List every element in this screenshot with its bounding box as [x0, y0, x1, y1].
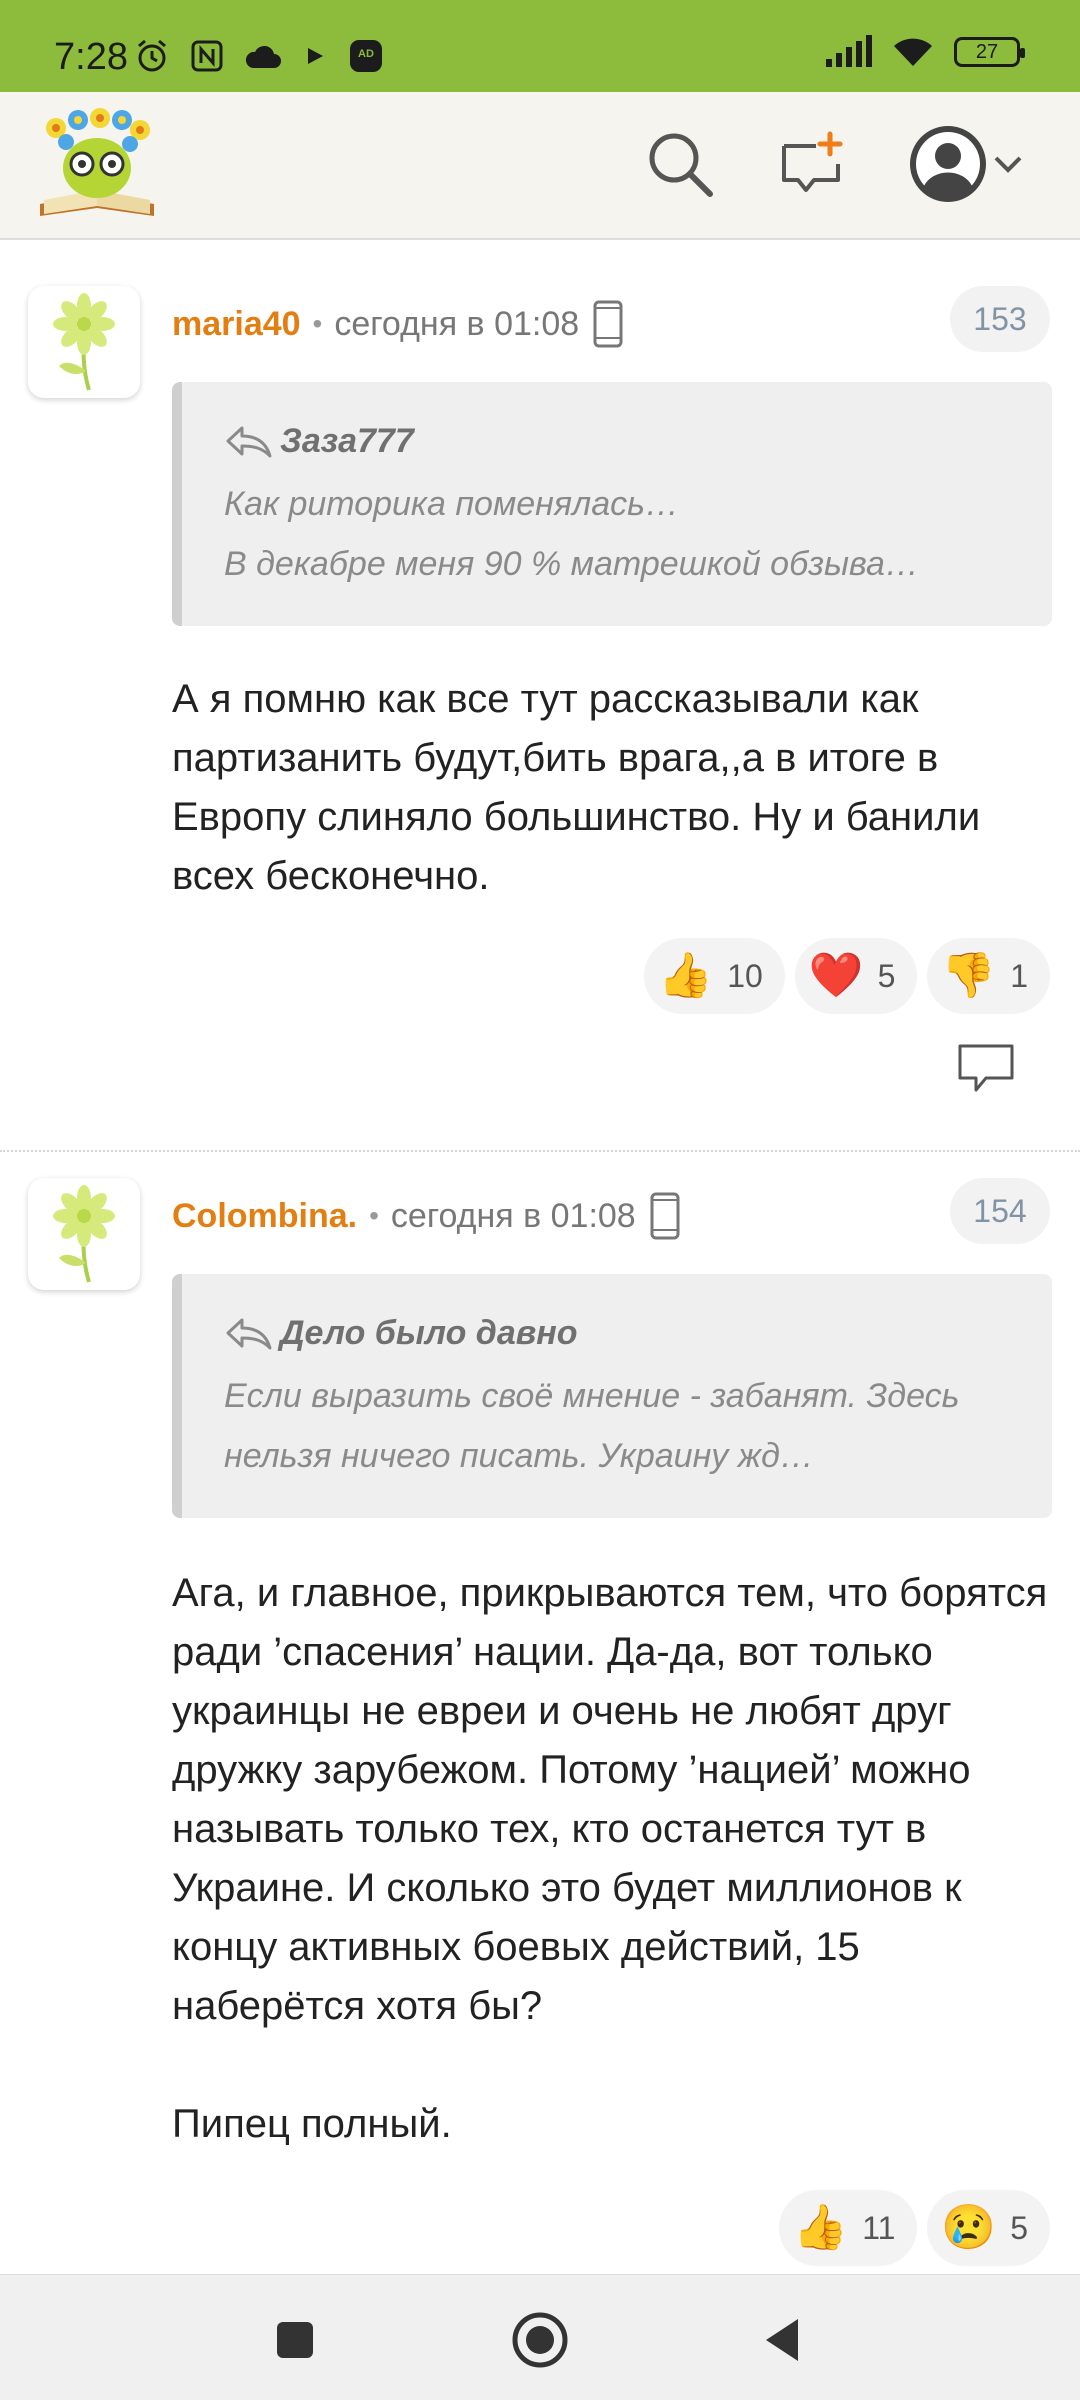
wifi-icon	[894, 38, 932, 66]
username[interactable]: maria40	[172, 305, 301, 344]
reaction-like[interactable]: 👍 11	[779, 2190, 918, 2266]
reactions-bar: 👍 11 😢 5	[779, 2190, 1050, 2266]
cloud-icon	[245, 45, 281, 68]
reaction-sad[interactable]: 😢 5	[927, 2190, 1050, 2266]
svg-text:AD: AD	[358, 48, 374, 60]
battery-icon: 27	[954, 37, 1025, 67]
flower-avatar-icon	[53, 1185, 115, 1283]
reaction-like[interactable]: 👍 10	[644, 938, 785, 1014]
separator-dot: •	[312, 308, 323, 339]
reaction-count: 1	[1010, 957, 1028, 994]
heart-icon: ❤️	[808, 951, 864, 1000]
comment-paragraph: Ага, и главное, прикрываются тем, что бо…	[172, 1571, 1048, 2028]
alarm-icon	[138, 39, 166, 72]
user-avatar-icon[interactable]	[908, 124, 988, 204]
reply-arrow-icon	[226, 1318, 272, 1350]
avatar[interactable]	[28, 1178, 140, 1290]
reactions-bar: 👍 10 ❤️ 5 👎 1	[644, 938, 1050, 1014]
separator-dot: •	[369, 1200, 379, 1231]
username[interactable]: Colombina.	[172, 1197, 357, 1236]
comment-body: Ага, и главное, прикрываются тем, что бо…	[172, 1564, 1052, 2154]
mobile-device-icon	[650, 1192, 680, 1240]
reaction-heart[interactable]: ❤️ 5	[794, 938, 918, 1014]
status-time: 7:28	[54, 36, 128, 78]
reaction-count: 11	[862, 2209, 896, 2246]
comment-paragraph: Пипец полный.	[172, 2102, 452, 2146]
search-icon[interactable]	[638, 122, 722, 206]
new-message-icon[interactable]	[770, 122, 854, 206]
home-circle-icon[interactable]	[505, 2305, 575, 2375]
thumbs-up-icon: 👍	[793, 2203, 849, 2252]
adblock-icon: AD	[350, 40, 382, 72]
user-menu[interactable]	[898, 122, 1038, 206]
status-bar: 7:28 AD 27	[0, 0, 1080, 92]
quote-block[interactable]: Заза777 Как риторика поменялась… В декаб…	[172, 382, 1052, 626]
quote-block[interactable]: Дело было давно Если выразить своё мнени…	[172, 1274, 1052, 1518]
reaction-count: 5	[1010, 2209, 1028, 2246]
comment-body: А я помню как все тут рассказывали как п…	[172, 670, 1052, 906]
comment-divider	[0, 1150, 1080, 1152]
quote-author: Заза777	[280, 421, 414, 460]
back-triangle-icon[interactable]	[748, 2305, 818, 2375]
comment-paragraph: А я помню как все тут рассказывали как п…	[172, 677, 981, 898]
comment-number[interactable]: 154	[950, 1178, 1050, 1244]
quote-line: Как риторика поменялась…	[224, 485, 680, 523]
quote-line: В декабре меня 90 % матрешкой обзыва…	[224, 545, 919, 583]
reaction-count: 5	[877, 957, 896, 994]
quote-author: Дело было давно	[280, 1313, 578, 1352]
reply-comment-icon[interactable]	[956, 1042, 1016, 1101]
play-icon	[308, 48, 323, 64]
avatar[interactable]	[28, 286, 140, 398]
thumbs-up-icon: 👍	[658, 951, 714, 1000]
reply-arrow-icon	[226, 426, 272, 458]
signal-icon	[826, 35, 872, 67]
comment-time: сегодня в 01:08	[390, 1196, 636, 1235]
reading-book-logo[interactable]	[34, 106, 160, 222]
app-header	[0, 92, 1080, 240]
nfc-icon	[191, 40, 223, 72]
system-nav-bar	[0, 2274, 1080, 2400]
comment-number[interactable]: 153	[950, 286, 1050, 352]
thumbs-down-icon: 👎	[941, 951, 997, 1000]
recents-square-icon[interactable]	[260, 2305, 330, 2375]
quote-line: Если выразить своё мнение - забанят. Зде…	[224, 1377, 960, 1415]
mobile-device-icon	[593, 300, 623, 348]
quote-line: нельзя ничего писать. Украину жд…	[224, 1437, 814, 1475]
comment-time: сегодня в 01:08	[334, 304, 580, 343]
crying-face-icon: 😢	[941, 2203, 997, 2252]
reaction-count: 10	[727, 957, 763, 994]
flower-avatar-icon	[53, 293, 115, 391]
reaction-dislike[interactable]: 👎 1	[927, 938, 1050, 1014]
chevron-down-icon[interactable]	[988, 144, 1028, 184]
